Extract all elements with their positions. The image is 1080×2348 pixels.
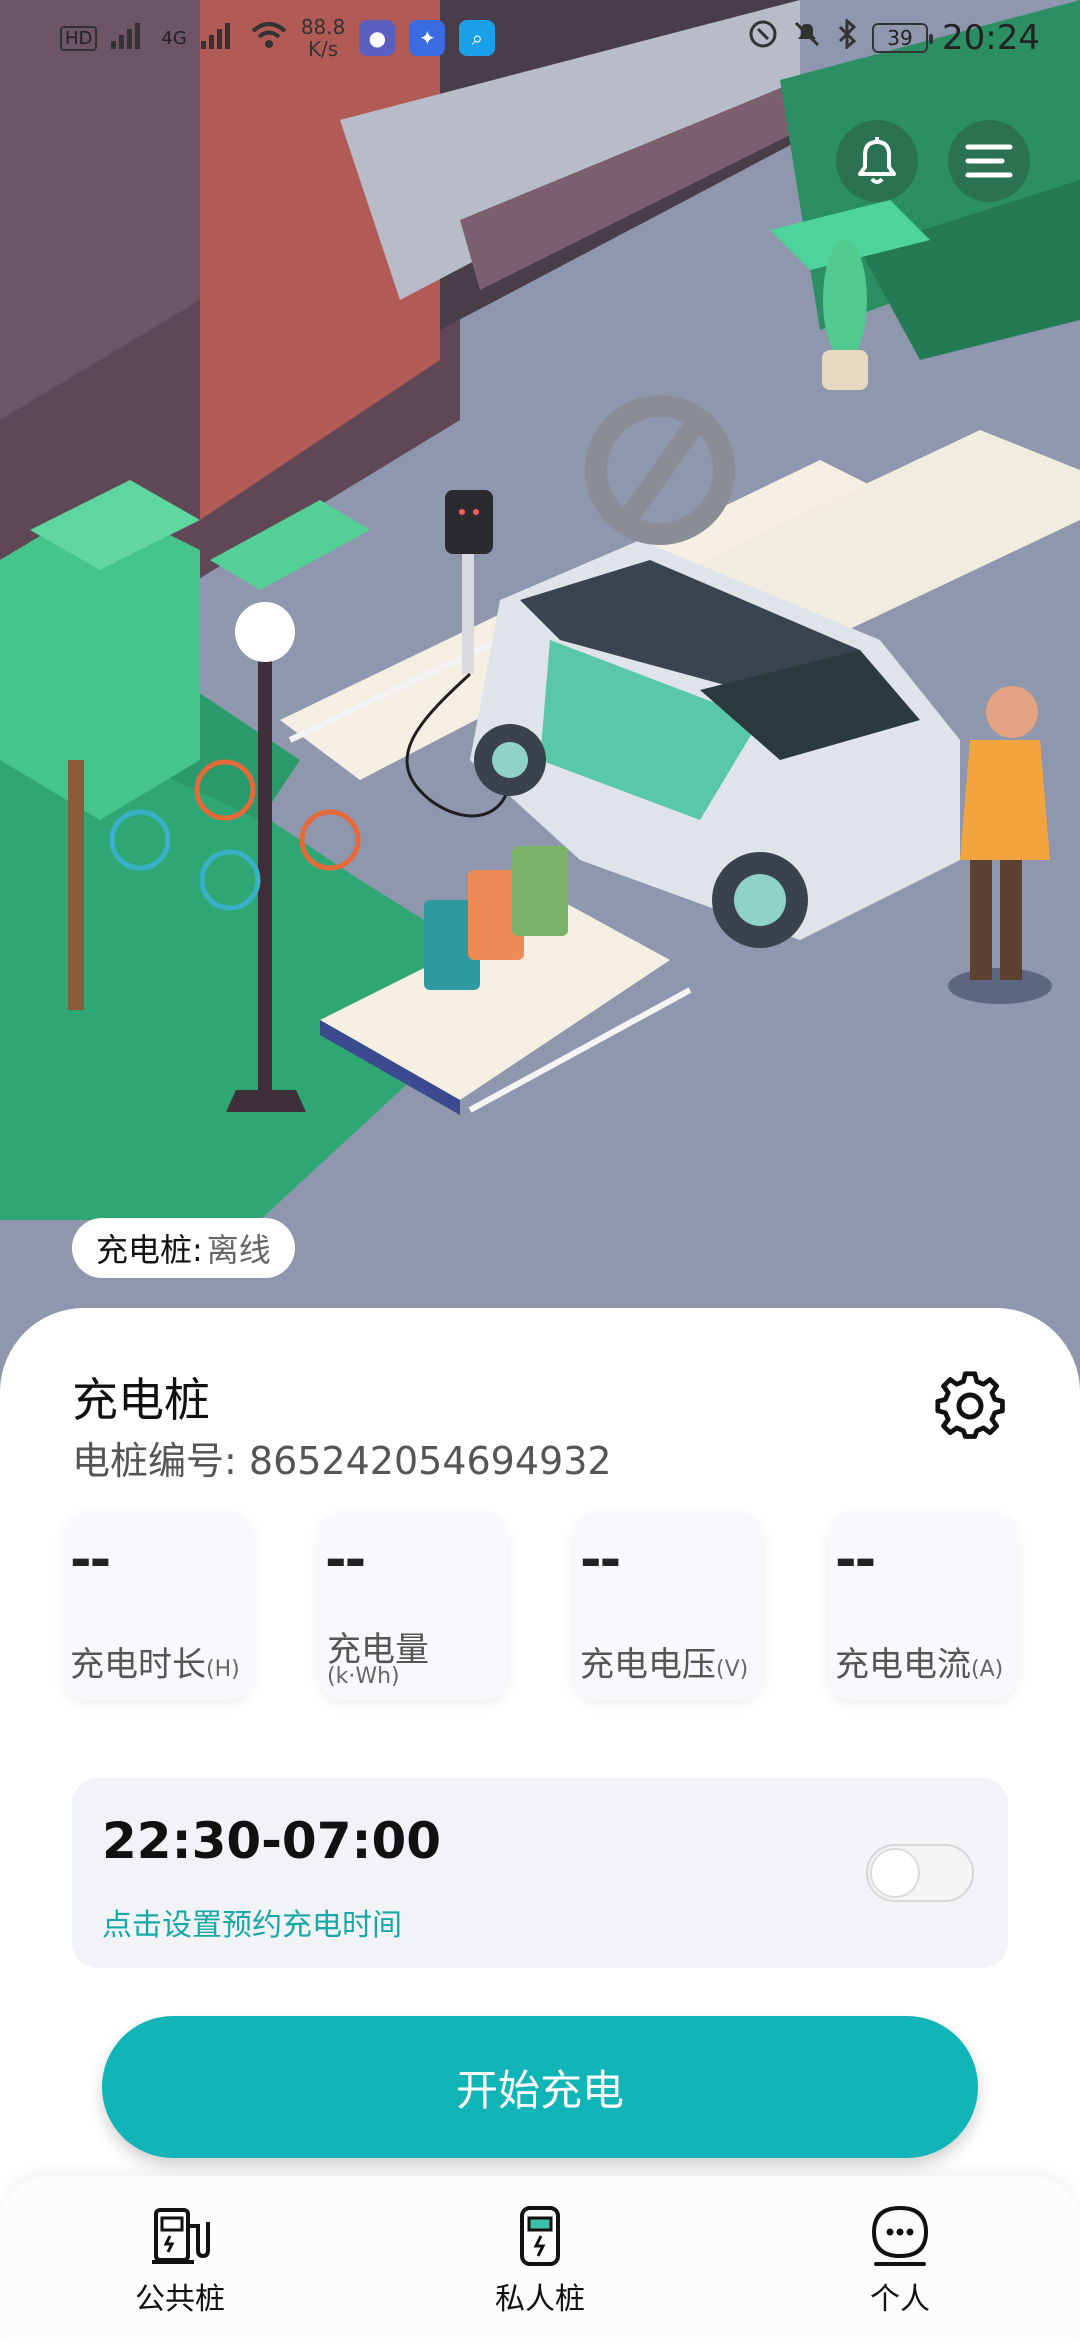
nav-private-label: 私人桩 — [495, 2282, 585, 2317]
chat-person-icon — [868, 2204, 932, 2268]
stat-voltage: -- 充电电压(V) — [574, 1512, 762, 1700]
charger-id-row: 电桩编号: 865242054694932 — [72, 1430, 612, 1485]
bell-icon — [858, 137, 896, 184]
charger-id-value: 865242054694932 — [248, 1439, 612, 1483]
stat-energy: -- 充电量 (k·Wh) — [319, 1512, 507, 1700]
charger-status-label: 充电桩: — [96, 1231, 203, 1269]
hamburger-menu-icon — [965, 144, 1013, 178]
network-type-label: 4G — [161, 27, 187, 49]
bottom-navigation: 公共桩 私人桩 个人 — [0, 2176, 1080, 2340]
schedule-time-range[interactable]: 22:30-07:00 — [102, 1812, 441, 1870]
stat-voltage-unit: (V) — [716, 1657, 749, 1682]
battery-level: 39 — [887, 26, 913, 50]
wifi-icon — [251, 19, 287, 57]
schedule-hint-link[interactable]: 点击设置预约充电时间 — [102, 1900, 402, 1944]
schedule-toggle-knob — [870, 1848, 920, 1898]
status-bar-right: 39 20:24 — [748, 17, 1040, 58]
stat-current-value: -- — [835, 1530, 876, 1590]
charger-device-icon — [508, 2204, 572, 2268]
charging-station-icon — [148, 2204, 212, 2268]
charger-status-badge: 充电桩: 离线 — [72, 1218, 295, 1278]
lightbulb-notification-icon: ✦ — [409, 20, 446, 56]
status-bar: HD 4G 88.8 K/s ● ✦ ⌕ 39 20:24 — [0, 0, 1080, 76]
mute-icon — [792, 19, 822, 57]
stat-energy-value: -- — [325, 1530, 366, 1590]
app-notification-icon: ● — [359, 20, 396, 56]
stat-duration-label: 充电时长(H) — [70, 1637, 240, 1686]
search-notification-icon: ⌕ — [459, 20, 496, 56]
signal-icon — [111, 19, 147, 57]
charging-stats: -- 充电时长(H) -- 充电量 (k·Wh) -- 充电电压(V) -- 充… — [64, 1512, 1024, 1700]
hero-illustration — [0, 0, 1080, 1330]
schedule-toggle[interactable] — [866, 1844, 974, 1902]
stat-voltage-label: 充电电压(V) — [580, 1637, 748, 1686]
stat-current: -- 充电电流(A) — [829, 1512, 1017, 1700]
signal-icon-2 — [200, 19, 237, 57]
charger-id-label: 电桩编号: — [72, 1439, 237, 1483]
sim-hd-icon: HD — [60, 25, 98, 51]
stat-energy-unit: (k·Wh) — [327, 1664, 400, 1689]
nav-personal[interactable]: 个人 — [810, 2204, 990, 2318]
scheduled-charging-panel[interactable]: 22:30-07:00 点击设置预约充电时间 — [72, 1778, 1008, 1968]
stat-duration-unit: (H) — [206, 1657, 240, 1682]
menu-button[interactable] — [948, 120, 1030, 202]
bluetooth-icon — [836, 17, 858, 57]
clock: 20:24 — [942, 18, 1040, 58]
nav-private-charger[interactable]: 私人桩 — [450, 2204, 630, 2318]
network-speed: 88.8 K/s — [301, 16, 346, 60]
notification-bell-button[interactable] — [836, 120, 918, 202]
nav-public-charger[interactable]: 公共桩 — [90, 2204, 270, 2318]
nav-public-label: 公共桩 — [135, 2282, 225, 2317]
start-charging-button[interactable]: 开始充电 — [102, 2016, 978, 2158]
network-speed-value: 88.8 — [300, 15, 346, 39]
stat-current-label-text: 充电电流 — [835, 1645, 971, 1685]
stat-voltage-value: -- — [580, 1530, 621, 1590]
settings-button[interactable] — [934, 1370, 1006, 1442]
status-bar-left: HD 4G 88.8 K/s ● ✦ ⌕ — [60, 16, 496, 60]
stat-voltage-label-text: 充电电压 — [580, 1645, 716, 1685]
stat-duration: -- 充电时长(H) — [64, 1512, 252, 1700]
nav-personal-label: 个人 — [870, 2282, 930, 2317]
stat-current-unit: (A) — [971, 1657, 1004, 1682]
network-speed-unit: K/s — [307, 37, 339, 61]
stat-current-label: 充电电流(A) — [835, 1637, 1003, 1686]
charger-status-value: 离线 — [206, 1231, 271, 1269]
gear-icon — [935, 1371, 1005, 1439]
charger-name: 充电桩 — [72, 1373, 210, 1427]
stat-duration-label-text: 充电时长 — [70, 1645, 206, 1685]
nfc-icon — [748, 19, 778, 57]
battery-indicator: 39 — [872, 23, 934, 53]
stat-duration-value: -- — [70, 1530, 111, 1590]
